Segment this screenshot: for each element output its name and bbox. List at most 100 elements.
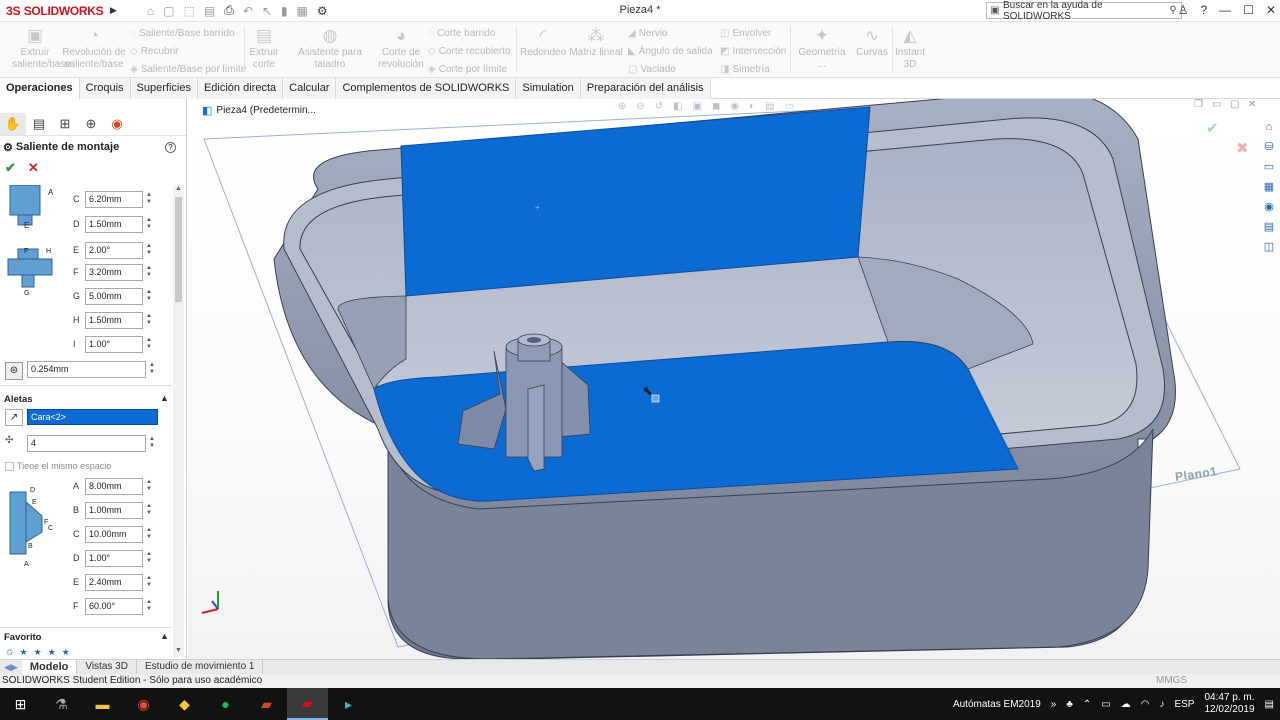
solidworks-logo[interactable]: 3S SOLIDWORKS (0, 4, 110, 18)
display-manager-icon[interactable]: ◉ (104, 116, 130, 132)
spin-arrows-icon[interactable]: ▲ ▼ (145, 289, 153, 303)
favorite-save-icon[interactable]: ★ (34, 647, 42, 658)
fin-count-field[interactable]: 4 ▲ ▼ (27, 434, 156, 452)
confirm-ok-icon[interactable]: ✔ (1206, 119, 1219, 137)
clearance-value-input[interactable]: 0.254mm (27, 360, 146, 378)
extruded-boss-button[interactable]: ▣ Extruir saliente/base (12, 26, 71, 71)
favorite-load-icon[interactable]: ★ (48, 647, 56, 658)
dim-value-input[interactable]: 6.20mm (85, 190, 143, 208)
shell-button[interactable]: ▢ Vaciado (628, 64, 676, 75)
spin-arrows-icon[interactable]: ▲ ▼ (145, 599, 153, 613)
dim-value-input[interactable]: 1.50mm (85, 215, 143, 233)
dim-value-input[interactable]: 5.00mm (85, 287, 143, 305)
dim-value-input[interactable]: 3.20mm (85, 263, 143, 281)
revolved-boss-button[interactable]: ◔ Revolución de saliente/base (62, 26, 126, 71)
new-doc-icon[interactable]: ▢ (163, 4, 174, 18)
dim-field-g[interactable]: G 5.00mm ▲ ▼ (73, 287, 153, 305)
fin-count-input[interactable]: 4 (27, 434, 146, 452)
feature-tree-root[interactable]: ◧ Pieza4 (Predetermin... (202, 104, 316, 117)
other-app-icon[interactable]: ▸ (328, 688, 369, 720)
spin-arrows-icon[interactable]: ▲ ▼ (145, 479, 153, 493)
fin-field-a[interactable]: A 8.00mm ▲ ▼ (73, 477, 153, 495)
confirm-cancel-icon[interactable]: ✖ (1236, 139, 1249, 157)
spin-arrows-icon[interactable]: ▲ ▼ (145, 265, 153, 279)
favorite-star-icon[interactable]: ★ (20, 647, 28, 658)
tab-croquis[interactable]: Croquis (79, 78, 131, 99)
draft-button[interactable]: ◣ Ángulo de salida (628, 46, 713, 57)
viewport-restore-icon[interactable]: ❐ (1194, 99, 1203, 110)
spin-arrows-icon[interactable]: ▲ ▼ (145, 243, 153, 257)
display-style-icon[interactable]: ◼ (712, 101, 720, 112)
spin-arrows-icon[interactable]: ▲ ▼ (145, 313, 153, 327)
cancel-x-icon[interactable]: ✕ (28, 160, 39, 176)
user-icon[interactable]: ♙ (1178, 3, 1189, 17)
restore-button[interactable]: ☐ (1243, 3, 1254, 17)
hide-show-icon[interactable]: ◉ (730, 101, 739, 112)
powerpoint-icon[interactable]: ▰ (246, 688, 287, 720)
swept-cut-button[interactable]: ◌ Corte barrido (428, 28, 495, 39)
curves-button[interactable]: ∿ Curvas (854, 26, 890, 59)
scroll-up-icon[interactable]: ▲ (173, 185, 184, 195)
language-indicator[interactable]: ESP (1174, 699, 1194, 710)
graphics-area[interactable]: + ⬉ ◧ Pieza4 (Predetermin... Plano1 ❐ ▭ … (188, 99, 1280, 659)
fin-field-f[interactable]: F 60.00° ▲ ▼ (73, 597, 153, 615)
dim-field-c[interactable]: C 6.20mm ▲ ▼ (73, 190, 153, 208)
app-icon[interactable]: ⚗ (41, 688, 82, 720)
notifications-icon[interactable]: ▤ (1265, 699, 1274, 710)
help-icon[interactable]: ? (1200, 3, 1207, 17)
notes-app-icon[interactable]: ◆ (164, 688, 205, 720)
tab-simulation[interactable]: Simulation (516, 78, 581, 99)
tab-calcular[interactable]: Calcular (283, 78, 337, 99)
dim-value-input[interactable]: 2.40mm (85, 573, 143, 591)
zoom-fit-icon[interactable]: ⊕ (618, 101, 626, 112)
edit-appearance-icon[interactable]: ◐ (749, 101, 755, 112)
spotify-icon[interactable]: ● (205, 688, 246, 720)
onedrive-icon[interactable]: ☁ (1121, 699, 1131, 710)
checkbox-box[interactable] (5, 461, 14, 471)
dim-field-h[interactable]: H 1.50mm ▲ ▼ (73, 311, 153, 329)
dimxpert-icon[interactable]: ⊕ (78, 116, 104, 132)
dim-value-input[interactable]: 1.00mm (85, 501, 143, 519)
feature-manager-icon[interactable]: ✋ (0, 112, 26, 135)
spin-arrows-icon[interactable]: ▲ ▼ (145, 217, 153, 231)
dim-value-input[interactable]: 1.50mm (85, 311, 143, 329)
rebuild-icon[interactable]: ▮ (281, 4, 288, 18)
spin-arrows-icon[interactable]: ▲ ▼ (145, 337, 153, 351)
wrap-button[interactable]: ◫ Envolver (720, 28, 771, 39)
viewport-minimize-icon[interactable]: ▭ (1212, 99, 1221, 110)
tray-chevron-icon[interactable]: ⌃ (1083, 699, 1091, 710)
open-icon[interactable]: ⬚ (184, 4, 195, 18)
lofted-cut-button[interactable]: ◇ Corte recubierto (428, 46, 510, 57)
scroll-thumb[interactable] (175, 197, 182, 302)
fin-field-d[interactable]: D 1.00° ▲ ▼ (73, 549, 153, 567)
hole-wizard-button[interactable]: ◍ Asistente para taladro (282, 26, 378, 71)
clearance-field[interactable]: 0.254mm ▲ ▼ (27, 360, 156, 378)
dim-value-input[interactable]: 1.00° (85, 335, 143, 353)
solidworks-taskbar-icon[interactable]: ▰ (287, 688, 328, 720)
property-manager-icon[interactable]: ▤ (26, 116, 52, 132)
toolbar-automatas[interactable]: Autómatas EM2019 (953, 699, 1041, 710)
file-explorer-icon[interactable]: ▭ (1264, 159, 1274, 175)
previous-view-icon[interactable]: ↺ (655, 101, 663, 112)
close-button[interactable]: ✕ (1266, 3, 1276, 17)
custom-properties-icon[interactable]: ▤ (1264, 219, 1274, 235)
spin-arrows-icon[interactable]: ▲ ▼ (145, 575, 153, 589)
collapse-chevron-icon[interactable]: ▲ (160, 393, 169, 403)
chrome-icon[interactable]: ◉ (123, 688, 164, 720)
dim-value-input[interactable]: 8.00mm (85, 477, 143, 495)
tab-vistas-3d[interactable]: Vistas 3D (77, 660, 137, 674)
appearances-icon[interactable]: ◉ (1264, 199, 1274, 215)
menu-expand-icon[interactable]: ▶ (110, 5, 117, 16)
tab-superficies[interactable]: Superficies (130, 78, 198, 99)
select-icon[interactable]: ↖ (262, 4, 272, 18)
volume-icon[interactable]: ♪ (1159, 699, 1164, 710)
fillet-button[interactable]: ◜ Redondeo (520, 26, 566, 59)
fin-direction-face-input[interactable]: Cara<2> (27, 409, 158, 425)
model-view[interactable]: + ⬉ (188, 99, 1280, 659)
battery-icon[interactable]: ▭ (1101, 699, 1110, 710)
dim-value-input[interactable]: 1.00° (85, 549, 143, 567)
favorites-section-header[interactable]: Favorito (4, 632, 41, 643)
spin-arrows-icon[interactable]: ▲ ▼ (148, 436, 156, 450)
dim-value-input[interactable]: 2.00° (85, 241, 143, 259)
viewport-close-icon[interactable]: ✕ (1248, 99, 1256, 110)
